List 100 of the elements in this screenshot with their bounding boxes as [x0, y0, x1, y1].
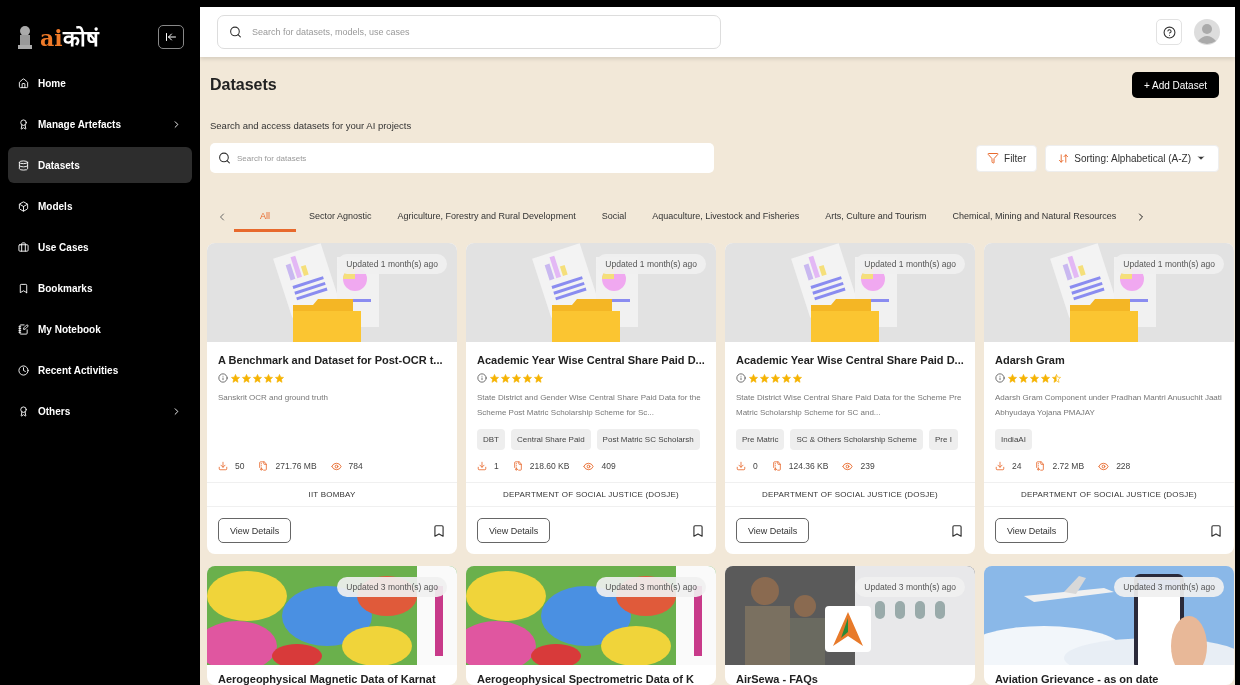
- bookmark-button[interactable]: [950, 523, 964, 538]
- organization-name: IIT BOMBAY: [207, 482, 457, 507]
- card-title: A Benchmark and Dataset for Post-OCR t...: [218, 354, 444, 366]
- bookmark-button[interactable]: [432, 523, 446, 538]
- help-button[interactable]: [1156, 19, 1182, 45]
- bookmark-button[interactable]: [691, 523, 705, 538]
- star-icon: [490, 373, 499, 383]
- view-details-button[interactable]: View Details: [477, 518, 551, 543]
- star-icon: [231, 373, 240, 383]
- bookmark-icon: [1209, 523, 1223, 538]
- sidebar-item[interactable]: Manage Artefacts: [8, 106, 192, 142]
- download-count: 0: [753, 461, 758, 471]
- card-title: Academic Year Wise Central Share Paid D...: [477, 354, 705, 366]
- star-icon: [1019, 373, 1028, 383]
- bookmark-icon: [18, 282, 29, 294]
- eye-icon: [842, 460, 854, 472]
- clock-icon: [18, 364, 29, 376]
- card-title: Aerogeophysical Magnetic Data of Karnat: [218, 673, 437, 685]
- star-icon: [1008, 373, 1017, 383]
- category-tab[interactable]: Aquaculture, Livestock and Fisheries: [639, 202, 813, 232]
- add-dataset-button[interactable]: + Add Dataset: [1131, 72, 1219, 98]
- card-title: Aerogeophysical Spectrometric Data of K: [477, 673, 695, 685]
- star-icon: [1030, 373, 1039, 383]
- view-details-button[interactable]: View Details: [995, 518, 1069, 543]
- tag: Pre I: [928, 429, 958, 450]
- filter-icon: [987, 152, 1000, 164]
- award-icon: [18, 405, 29, 417]
- star-icon: [501, 373, 510, 383]
- file-size: 218.60 KB: [529, 461, 570, 471]
- tag: SC & Others Scholarship Scheme: [790, 429, 923, 450]
- filter-button[interactable]: Filter: [976, 144, 1038, 172]
- database-icon: [18, 159, 29, 171]
- download-icon: [218, 461, 228, 471]
- updated-badge: Updated 1 month(s) ago: [1114, 254, 1224, 274]
- file-size-icon: [771, 461, 782, 471]
- award-icon: [18, 118, 29, 130]
- bookmark-icon: [432, 523, 446, 538]
- card-title: Academic Year Wise Central Share Paid D...: [736, 354, 964, 366]
- file-size: 271.76 MB: [275, 461, 317, 471]
- download-icon: [736, 461, 746, 471]
- view-count: 784: [348, 461, 363, 471]
- view-details-button[interactable]: View Details: [218, 518, 292, 543]
- category-tab[interactable]: Arts, Culture and Tourism: [812, 202, 940, 232]
- file-size: 2.72 MB: [1052, 461, 1085, 471]
- tag: DBT: [477, 429, 505, 450]
- view-count: 228: [1116, 461, 1131, 471]
- file-size-icon: [1035, 461, 1046, 471]
- download-icon: [477, 461, 487, 471]
- star-icon: [242, 373, 251, 383]
- card-title: Adarsh Gram: [995, 354, 1066, 366]
- star-icon: [275, 373, 284, 383]
- card-title: AirSewa - FAQs: [736, 673, 819, 685]
- home-icon: [18, 77, 29, 89]
- updated-badge: Updated 3 month(s) ago: [337, 577, 447, 597]
- logo-text: ai: [40, 25, 63, 51]
- updated-badge: Updated 3 month(s) ago: [596, 577, 706, 597]
- updated-badge: Updated 1 month(s) ago: [596, 254, 706, 274]
- star-icon: [782, 373, 791, 383]
- tag: IndiaAI: [995, 429, 1032, 450]
- star-icon: [1041, 373, 1050, 383]
- category-tab[interactable]: Chemical, Mining and Natural Resources: [939, 202, 1130, 232]
- sidebar-item[interactable]: Home: [8, 65, 192, 101]
- tag: Pre Matric: [736, 429, 785, 450]
- organization-name: DEPARTMENT OF SOCIAL JUSTICE (DOSJE): [466, 482, 716, 507]
- updated-badge: Updated 1 month(s) ago: [337, 254, 447, 274]
- sorting-dropdown[interactable]: Sorting: Alphabetical (A-Z): [1045, 144, 1219, 172]
- tag: Central Share Paid: [511, 429, 591, 450]
- download-count: 50: [235, 461, 245, 471]
- file-size-icon: [258, 461, 269, 471]
- bookmark-button[interactable]: [1209, 523, 1223, 538]
- sidebar-item[interactable]: Recent Activities: [8, 352, 192, 388]
- collapse-icon: [165, 31, 177, 43]
- sidebar-item[interactable]: Bookmarks: [8, 270, 192, 306]
- star-icon: [760, 373, 769, 383]
- emblem-icon: [18, 25, 32, 49]
- download-count: 1: [494, 461, 499, 471]
- card-description: State District Wise Central Share Paid Data for the Scheme Pre Matric Scholarship Scheme for SC and...: [736, 392, 963, 419]
- category-tab[interactable]: Agriculture, Forestry and Rural Development: [384, 202, 589, 232]
- category-tab[interactable]: Sector Agnostic: [296, 202, 385, 232]
- view-count: 409: [601, 461, 616, 471]
- sidebar-item[interactable]: Others: [8, 393, 192, 429]
- box-icon: [18, 200, 29, 212]
- eye-icon: [1098, 460, 1110, 472]
- updated-badge: Updated 3 month(s) ago: [1114, 577, 1224, 597]
- file-size: 124.36 KB: [788, 461, 829, 471]
- info-icon: [995, 373, 1005, 383]
- search-field[interactable]: Search for datasets: [210, 143, 714, 173]
- sidebar-item[interactable]: Use Cases: [8, 229, 192, 265]
- updated-badge: Updated 1 month(s) ago: [855, 254, 965, 274]
- card-description: Sanskrit OCR and ground truth: [218, 392, 329, 404]
- view-details-button[interactable]: View Details: [736, 518, 810, 543]
- star-icon: [253, 373, 262, 383]
- notebook-icon: [18, 323, 29, 335]
- star-icon: [771, 373, 780, 383]
- sidebar-item[interactable]: Models: [8, 188, 192, 224]
- category-tab[interactable]: Social: [588, 202, 640, 232]
- sidebar-item[interactable]: Datasets: [8, 147, 192, 183]
- sidebar-item[interactable]: My Notebook: [8, 311, 192, 347]
- search-field[interactable]: Search for datasets, models, use cases: [217, 15, 721, 49]
- collapse-button[interactable]: [158, 25, 184, 49]
